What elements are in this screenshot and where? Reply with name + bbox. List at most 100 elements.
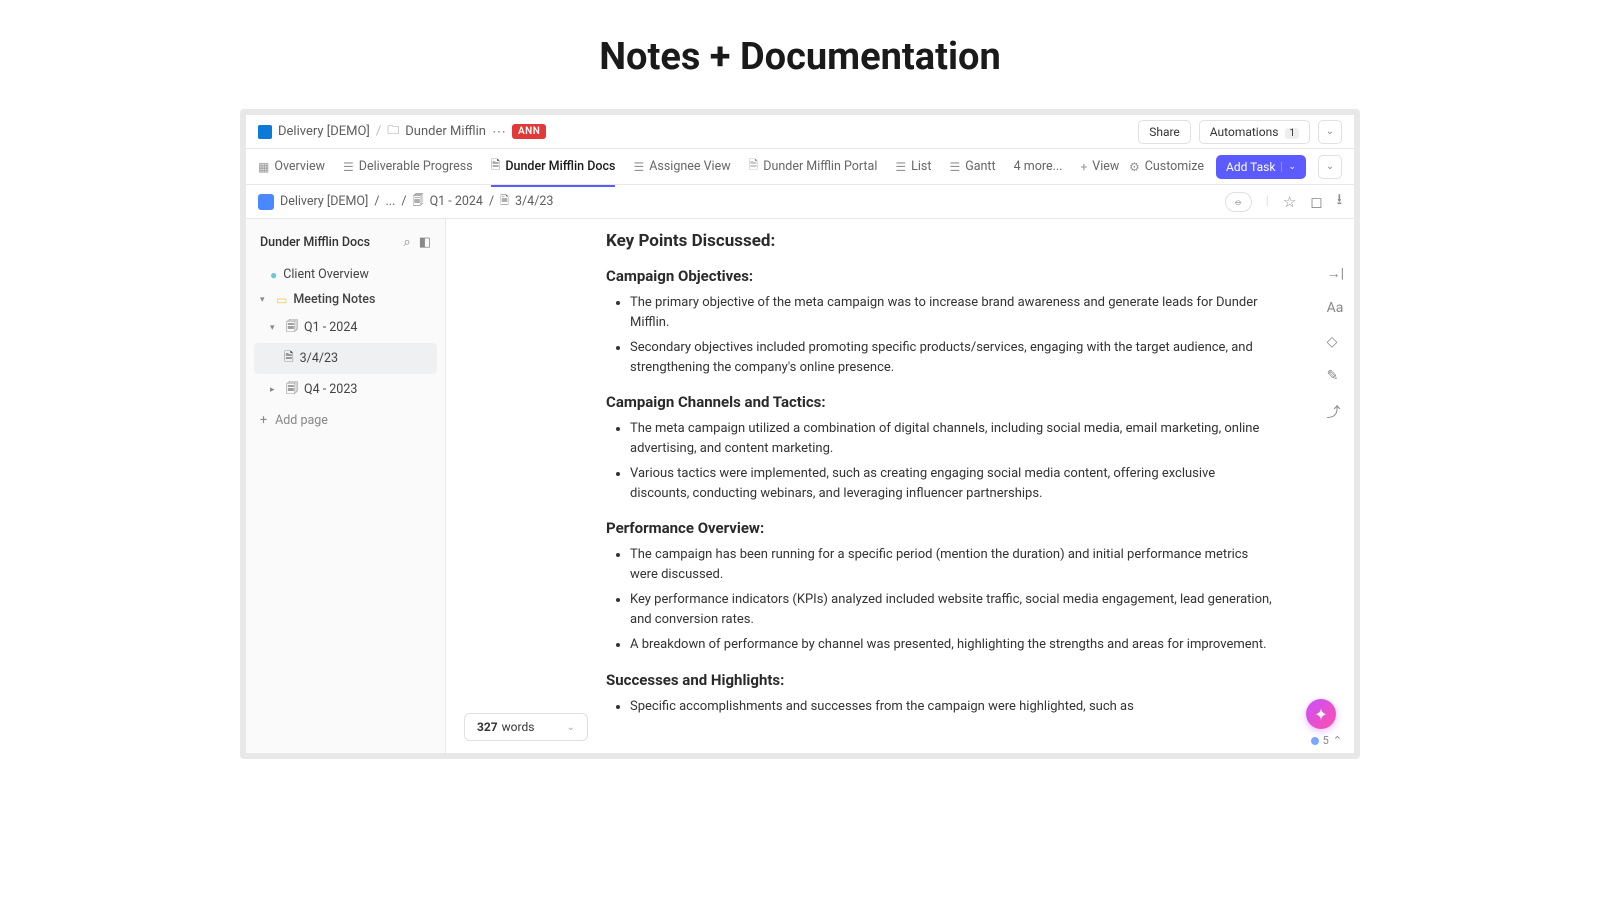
- app-icon: [258, 194, 274, 210]
- top-bar: Delivery [DEMO] / 🗀 Dunder Mifflin ⋯ ANN…: [246, 115, 1354, 149]
- doc-breadcrumb: Delivery [DEMO] / ... / 🗐 Q1 - 2024 / 🗎 …: [258, 192, 553, 211]
- list-icon: ☰: [895, 160, 906, 174]
- chevron-down-icon: ⌄: [1281, 162, 1296, 172]
- doc-breadcrumb-bar: Delivery [DEMO] / ... / 🗐 Q1 - 2024 / 🗎 …: [246, 185, 1354, 219]
- word-count-label: words: [502, 720, 535, 734]
- sidebar-item-q1-2024[interactable]: ▾ 🗐 Q1 - 2024: [254, 312, 437, 343]
- presence-dot-icon: [1311, 737, 1319, 745]
- automations-label: Automations: [1210, 125, 1279, 139]
- tab-more[interactable]: 4 more...: [1014, 151, 1063, 182]
- heading-objectives: Campaign Objectives:: [606, 267, 1274, 285]
- tag-pill[interactable]: ⦵: [1225, 192, 1252, 212]
- tab-docs[interactable]: 🗎Dunder Mifflin Docs: [491, 148, 616, 187]
- document-body[interactable]: Key Points Discussed: Campaign Objective…: [446, 219, 1354, 753]
- comment-icon[interactable]: ◻: [1310, 193, 1322, 211]
- separator: /: [489, 194, 494, 209]
- app-window: Delivery [DEMO] / 🗀 Dunder Mifflin ⋯ ANN…: [240, 109, 1360, 759]
- typography-icon[interactable]: Aa: [1327, 300, 1344, 316]
- crumb-item[interactable]: Delivery [DEMO]: [280, 194, 368, 209]
- page-icon: 🗎: [500, 192, 509, 211]
- caret-right-icon: ▸: [270, 385, 280, 395]
- breadcrumb-root[interactable]: Delivery [DEMO]: [278, 124, 370, 139]
- tab-deliverable[interactable]: ☰Deliverable Progress: [343, 151, 473, 182]
- sidebar-item-3-4-23[interactable]: 🗎 3/4/23: [254, 343, 437, 374]
- status-badge: ANN: [512, 124, 546, 139]
- add-page-button[interactable]: + Add page: [254, 405, 437, 436]
- tab-portal[interactable]: 🗎Dunder Mifflin Portal: [749, 148, 878, 185]
- tab-overview[interactable]: ▦ Overview: [258, 151, 325, 182]
- view-tabs-bar: ▦ Overview ☰Deliverable Progress 🗎Dunder …: [246, 149, 1354, 185]
- more-icon[interactable]: ⋯: [492, 124, 506, 140]
- add-task-button[interactable]: Add Task⌄: [1216, 155, 1306, 179]
- sidebar-item-q4-2023[interactable]: ▸ 🗐 Q4 - 2023: [254, 374, 437, 405]
- word-count-number: 327: [477, 720, 498, 734]
- sidebar-toggle-icon[interactable]: ◧: [419, 235, 431, 250]
- tab-gantt[interactable]: ☰ Gantt: [949, 151, 995, 182]
- tab-list[interactable]: ☰List: [895, 151, 931, 182]
- plus-icon: +: [1080, 160, 1087, 174]
- share-icon[interactable]: ⤴: [1327, 402, 1344, 422]
- format-icon[interactable]: ◇: [1327, 334, 1344, 350]
- star-icon[interactable]: ☆: [1283, 193, 1296, 211]
- crumb-item[interactable]: ...: [386, 194, 396, 209]
- sidebar-item-label: Q4 - 2023: [304, 382, 357, 397]
- presence-count: 5: [1323, 734, 1329, 747]
- grid-icon: ▦: [258, 160, 269, 174]
- ai-fab-button[interactable]: ✦: [1306, 699, 1336, 729]
- separator: /: [374, 194, 379, 209]
- top-actions: Share Automations 1 ⌄: [1138, 120, 1342, 144]
- tab-label: Gantt: [965, 159, 995, 174]
- objectives-list: The primary objective of the meta campai…: [630, 293, 1274, 377]
- list-item: The campaign has been running for a spec…: [630, 545, 1274, 584]
- sidebar-item-meeting-notes[interactable]: ▾ ▭ Meeting Notes: [254, 287, 437, 312]
- add-page-label: Add page: [275, 413, 328, 428]
- automations-button[interactable]: Automations 1: [1199, 120, 1310, 144]
- doc-actions: ⦵ | ☆ ◻ ⭳: [1225, 189, 1343, 214]
- sidebar-item-label: Client Overview: [283, 267, 369, 282]
- right-rail: →| Aa ◇ ✎ ⤴: [1327, 265, 1344, 422]
- customize-button[interactable]: ⚙ Customize: [1129, 151, 1204, 182]
- separator: /: [376, 124, 381, 139]
- word-count[interactable]: 327 words ⌄: [464, 713, 588, 741]
- gear-icon: ⚙: [1129, 160, 1140, 174]
- performance-list: The campaign has been running for a spec…: [630, 545, 1274, 655]
- more-chevron-button[interactable]: ⌄: [1318, 120, 1342, 144]
- content-area: Dunder Mifflin Docs ⌕ ◧ ● Client Overvie…: [246, 219, 1354, 753]
- tab-assignee[interactable]: ☰Assignee View: [633, 151, 730, 182]
- gantt-icon: ☰: [949, 160, 960, 174]
- share-button[interactable]: Share: [1138, 120, 1191, 144]
- folder-icon: ▭: [276, 293, 287, 307]
- tab-label: Overview: [274, 159, 325, 174]
- customize-label: Customize: [1145, 159, 1204, 174]
- export-icon[interactable]: ⭳: [1337, 189, 1342, 214]
- page-icon: 🗐: [286, 379, 298, 400]
- crumb-current[interactable]: 3/4/23: [515, 194, 553, 209]
- tab-label: Assignee View: [649, 159, 730, 174]
- successes-list: Specific accomplishments and successes f…: [630, 697, 1274, 717]
- add-view-button[interactable]: +View: [1080, 151, 1119, 182]
- heading-successes: Successes and Highlights:: [606, 671, 1274, 689]
- workspace-icon: [258, 125, 272, 139]
- list-item: The primary objective of the meta campai…: [630, 293, 1274, 332]
- list-item: Key performance indicators (KPIs) analyz…: [630, 590, 1274, 629]
- plus-icon: +: [260, 413, 267, 428]
- sidebar-item-label: Q1 - 2024: [304, 320, 357, 335]
- page-icon: 🗐: [413, 192, 424, 211]
- doc-sidebar: Dunder Mifflin Docs ⌕ ◧ ● Client Overvie…: [246, 219, 446, 753]
- dot-icon: ●: [270, 268, 277, 282]
- doc-icon: 🗎: [491, 156, 501, 177]
- divider: |: [1266, 194, 1269, 209]
- heading-keypoints: Key Points Discussed:: [606, 231, 1274, 251]
- collapse-button[interactable]: ⌄: [1318, 155, 1342, 179]
- list-item: A breakdown of performance by channel wa…: [630, 635, 1274, 655]
- tabs-right: ⚙ Customize Add Task⌄ ⌄: [1129, 151, 1342, 182]
- list-item: Secondary objectives included promoting …: [630, 338, 1274, 377]
- sidebar-item-client-overview[interactable]: ● Client Overview: [254, 262, 437, 287]
- crumb-item[interactable]: Q1 - 2024: [430, 194, 483, 209]
- search-icon[interactable]: ⌕: [403, 235, 410, 250]
- sidebar-item-label: Meeting Notes: [293, 292, 375, 307]
- magic-icon[interactable]: ✎: [1327, 368, 1344, 384]
- breadcrumb-folder[interactable]: Dunder Mifflin: [405, 124, 486, 139]
- presence-indicator[interactable]: 5 ⌃: [1311, 734, 1342, 747]
- collapse-icon[interactable]: →|: [1327, 265, 1344, 282]
